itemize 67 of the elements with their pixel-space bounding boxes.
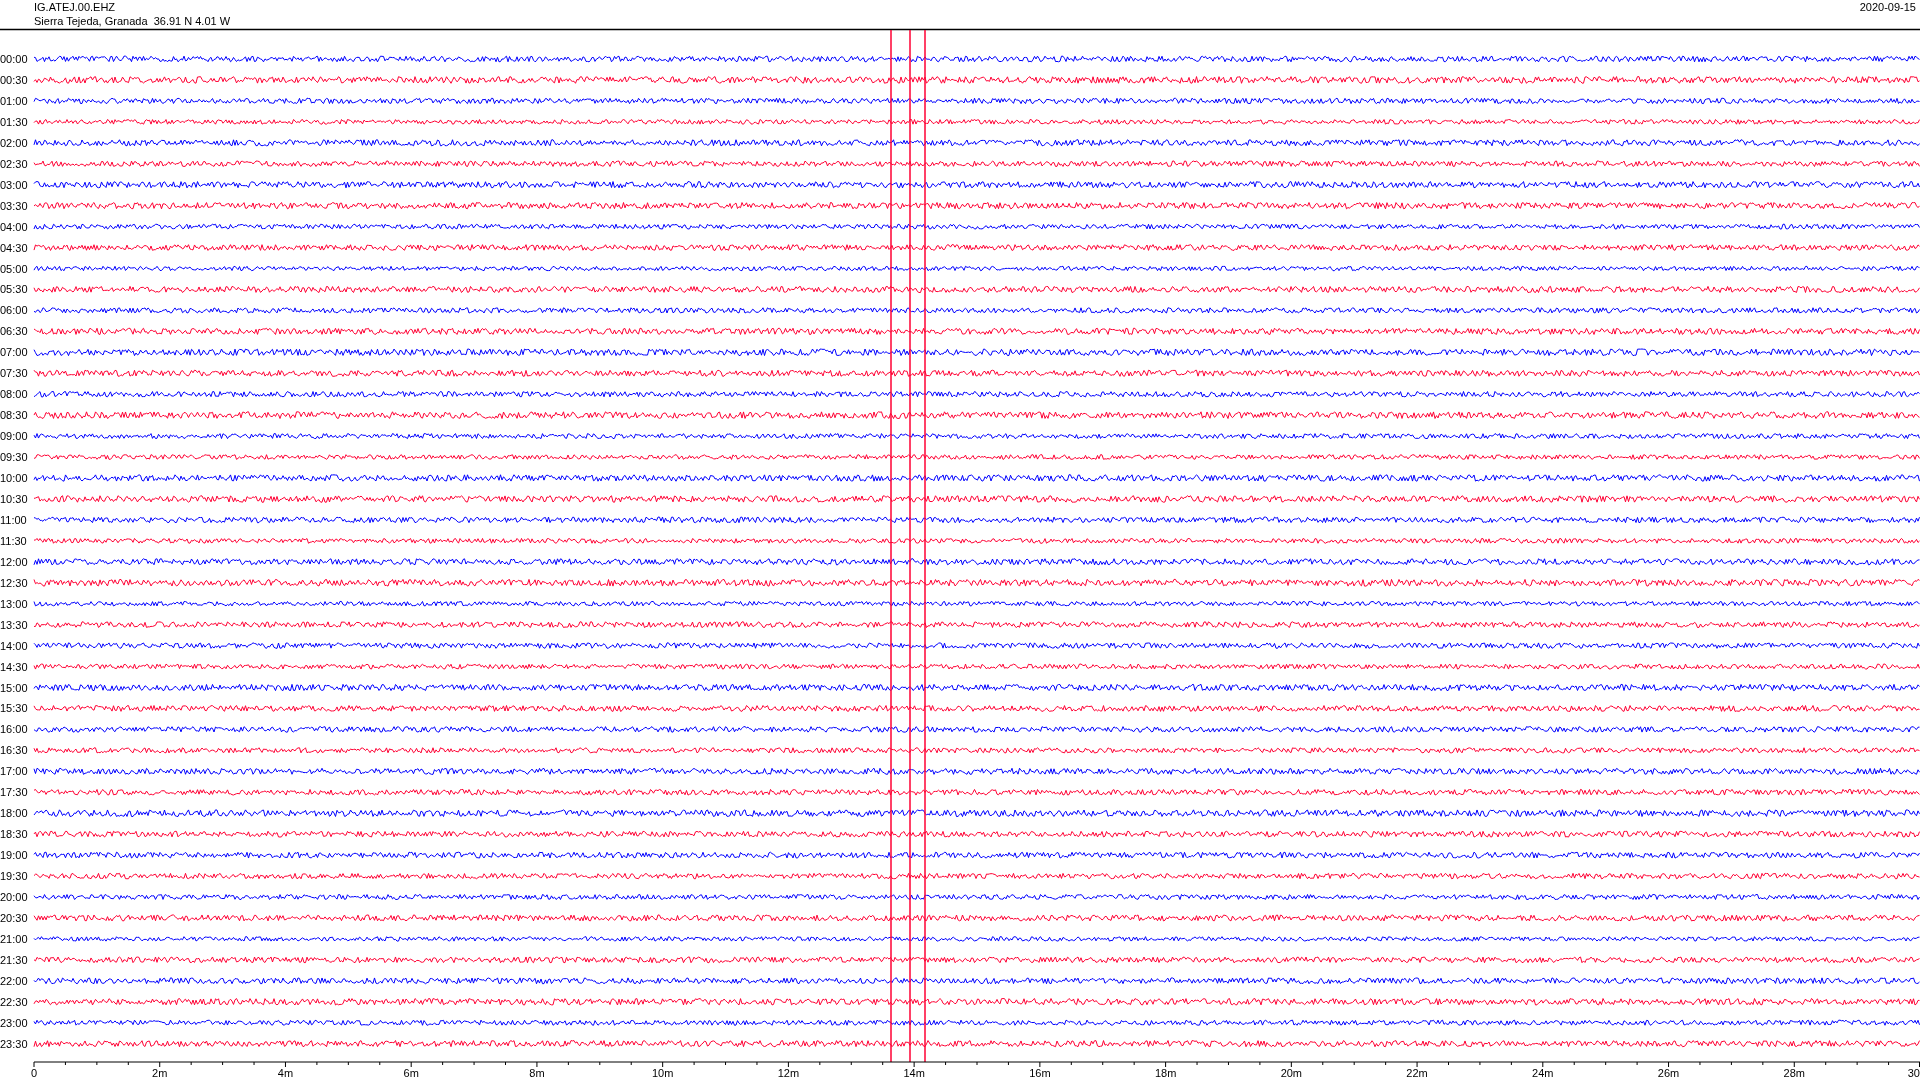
station-code: IG.ATEJ.00.EHZ xyxy=(34,0,117,14)
time-label: 07:30 xyxy=(0,367,28,380)
axis-label: 20m xyxy=(1280,1067,1303,1079)
time-label: 19:30 xyxy=(0,870,28,883)
time-label: 11:30 xyxy=(0,534,27,547)
time-label: 10:00 xyxy=(0,472,28,484)
station-location: Sierra Tejeda, Granada 36.91 N 4.01 W xyxy=(34,14,231,28)
time-label: 03:00 xyxy=(0,178,28,191)
axis-label: 8m xyxy=(529,1067,545,1079)
time-label: 02:00 xyxy=(0,136,28,149)
time-label: 21:30 xyxy=(0,953,28,966)
time-label: 23:30 xyxy=(0,1037,28,1050)
time-label: 16:00 xyxy=(0,723,28,736)
time-label: 23:00 xyxy=(0,1016,28,1029)
time-label: 20:00 xyxy=(0,891,28,903)
time-label: 09:30 xyxy=(0,451,28,464)
axis-label: 14m xyxy=(903,1067,925,1079)
time-label: 19:00 xyxy=(0,849,28,862)
time-label: 12:30 xyxy=(0,576,28,589)
time-label: 20:30 xyxy=(0,911,28,924)
axis-label: 10m xyxy=(651,1067,674,1079)
time-label: 14:00 xyxy=(0,639,28,652)
time-label: 11:00 xyxy=(0,513,27,526)
axis-label: 26m xyxy=(1657,1067,1680,1079)
axis-label: 4m xyxy=(277,1067,294,1079)
time-label: 22:00 xyxy=(0,974,28,987)
axis-label: 6m xyxy=(403,1067,419,1079)
axis-label: 28m xyxy=(1783,1067,1805,1079)
time-label: 05:00 xyxy=(0,262,28,275)
axis-label: 2m xyxy=(152,1067,168,1079)
axis-label: 18m xyxy=(1154,1067,1177,1079)
time-label: 04:30 xyxy=(0,241,28,254)
time-label: 06:00 xyxy=(0,304,28,317)
time-label: 13:00 xyxy=(0,597,28,610)
time-label: 02:30 xyxy=(0,157,28,170)
axis-label: 30 xyxy=(1907,1067,1920,1079)
time-label: 06:30 xyxy=(0,325,28,338)
time-label: 08:30 xyxy=(0,409,28,422)
time-label: 08:00 xyxy=(0,388,28,401)
axis-label: 12m xyxy=(777,1067,800,1079)
axis-label: 22m xyxy=(1406,1067,1428,1079)
time-label: 01:00 xyxy=(0,94,28,107)
time-label: 00:30 xyxy=(0,73,28,86)
time-label: 17:00 xyxy=(0,765,28,778)
axis-label: 16m xyxy=(1029,1067,1051,1079)
date-label: 2020-09-15 xyxy=(1859,1,1916,13)
time-label: 18:30 xyxy=(0,828,28,841)
time-label: 01:30 xyxy=(0,115,28,128)
time-label: 00:00 xyxy=(0,53,28,65)
time-label: 15:30 xyxy=(0,702,28,715)
time-label: 10:30 xyxy=(0,492,28,505)
time-label: 04:00 xyxy=(0,220,28,233)
time-label: 15:00 xyxy=(0,681,28,694)
axis-label: 0 xyxy=(31,1067,38,1079)
time-label: 03:30 xyxy=(0,199,28,212)
time-label: 14:30 xyxy=(0,660,28,673)
time-label: 17:30 xyxy=(0,786,28,799)
time-label: 05:30 xyxy=(0,283,28,296)
time-label: 09:00 xyxy=(0,430,28,443)
time-label: 21:00 xyxy=(0,932,28,945)
time-label: 22:30 xyxy=(0,995,28,1008)
time-label: 07:00 xyxy=(0,346,28,359)
time-label: 18:00 xyxy=(0,807,28,820)
time-label: 12:00 xyxy=(0,555,28,568)
axis-label: 24m xyxy=(1532,1067,1554,1079)
time-label: 16:30 xyxy=(0,744,28,757)
time-label: 13:30 xyxy=(0,618,28,631)
